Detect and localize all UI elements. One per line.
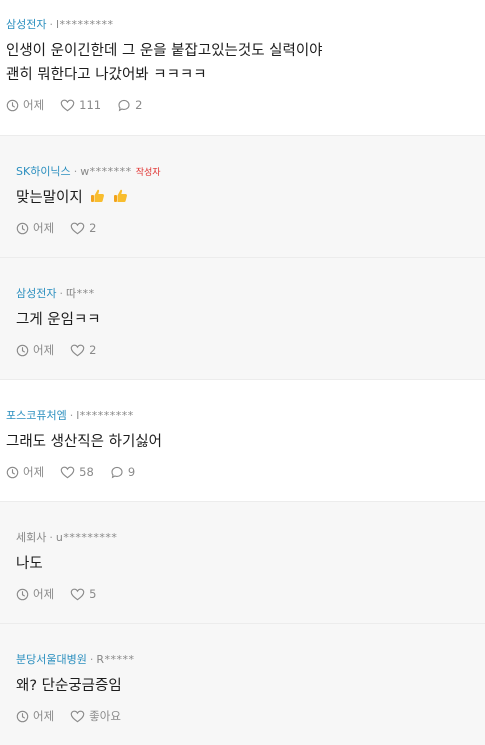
thumbs-up-emoji xyxy=(113,188,128,204)
reply-comment: 세회사 · u********* 나도 어제 5 xyxy=(0,502,485,624)
reply-button[interactable]: 2 xyxy=(117,98,142,112)
comment-actions: 어제 2 xyxy=(16,220,485,236)
company-name[interactable]: 삼성전자 xyxy=(16,285,56,301)
reply-button[interactable]: 9 xyxy=(110,465,135,479)
clock-icon xyxy=(16,588,29,600)
time-text: 어제 xyxy=(33,221,55,235)
time-text: 어제 xyxy=(33,343,55,357)
comment-actions: 어제 111 2 xyxy=(6,97,485,113)
thumbs-up-emoji xyxy=(90,188,105,204)
company-name[interactable]: 분당서울대병원 xyxy=(16,651,87,667)
comment-actions: 어제 58 9 xyxy=(6,464,485,480)
company-name[interactable]: 삼성전자 xyxy=(6,16,46,32)
comment-meta: 삼성전자 · l********* xyxy=(6,16,485,32)
comment-body: 나도 xyxy=(16,552,485,576)
comment-meta: SK하이닉스 · w******* 작성자 xyxy=(16,163,485,179)
user-name[interactable]: 따*** xyxy=(66,285,95,301)
comment-meta: 포스코퓨처엠 · l********* xyxy=(6,407,485,423)
comment-meta: 삼성전자 · 따*** xyxy=(16,285,485,301)
separator: · xyxy=(49,17,53,31)
company-name[interactable]: SK하이닉스 xyxy=(16,163,71,179)
like-count: 111 xyxy=(79,98,102,112)
timestamp: 어제 xyxy=(16,342,54,358)
like-count: 5 xyxy=(89,587,97,601)
heart-icon xyxy=(60,99,75,111)
reply-comment: 분당서울대병원 · R***** 왜? 단순궁금증임 어제 좋아요 xyxy=(0,624,485,745)
heart-icon xyxy=(70,588,85,600)
comment-actions: 어제 2 xyxy=(16,342,485,358)
comment-body: 왜? 단순궁금증임 xyxy=(16,674,485,698)
separator: · xyxy=(89,652,94,666)
speech-bubble-icon xyxy=(111,466,123,478)
heart-icon xyxy=(60,466,75,478)
timestamp: 어제 xyxy=(16,586,54,602)
like-count: 2 xyxy=(89,343,97,357)
like-button[interactable]: 111 xyxy=(60,98,101,112)
heart-icon xyxy=(70,222,85,234)
timestamp: 어제 xyxy=(6,464,44,480)
speech-bubble-icon xyxy=(118,99,130,111)
comment-actions: 어제 좋아요 xyxy=(16,708,485,724)
comment-text: 맞는말이지 xyxy=(16,190,83,206)
like-button[interactable]: 좋아요 xyxy=(70,708,121,724)
comment-meta: 분당서울대병원 · R***** xyxy=(16,651,485,667)
clock-icon xyxy=(6,99,19,111)
like-label: 좋아요 xyxy=(89,709,121,723)
clock-icon xyxy=(16,222,29,234)
like-button[interactable]: 2 xyxy=(70,343,97,357)
like-button[interactable]: 5 xyxy=(70,587,97,601)
user-name[interactable]: u********* xyxy=(56,531,117,544)
heart-icon xyxy=(70,710,85,722)
comment-body: 그게 운임ㅋㅋ xyxy=(16,308,485,332)
reply-comment: SK하이닉스 · w******* 작성자 맞는말이지 어제 2 xyxy=(0,136,485,258)
like-button[interactable]: 58 xyxy=(60,465,94,479)
like-count: 58 xyxy=(79,465,94,479)
separator: · xyxy=(49,530,53,544)
comment-body: 인생이 운이긴한데 그 운을 붙잡고있는것도 실력이야 괜히 뭐한다고 나갔어봐… xyxy=(6,39,485,87)
comment-text: 왜? 단순궁금증임 xyxy=(16,678,122,694)
timestamp: 어제 xyxy=(6,97,44,113)
time-text: 어제 xyxy=(23,465,45,479)
user-name[interactable]: R***** xyxy=(96,653,134,666)
reply-comment: 삼성전자 · 따*** 그게 운임ㅋㅋ 어제 2 xyxy=(0,258,485,380)
timestamp: 어제 xyxy=(16,220,54,236)
company-name[interactable]: 포스코퓨처엠 xyxy=(6,407,67,423)
user-name[interactable]: w******* xyxy=(80,165,132,178)
comment-body: 그래도 생산직은 하기싫어 xyxy=(6,430,485,454)
company-name[interactable]: 세회사 xyxy=(16,529,46,545)
comment-body: 맞는말이지 xyxy=(16,186,485,210)
user-name[interactable]: l********* xyxy=(76,409,134,422)
reply-count: 2 xyxy=(135,98,143,112)
time-text: 어제 xyxy=(33,587,55,601)
comment: 삼성전자 · l********* 인생이 운이긴한데 그 운을 붙잡고있는것도… xyxy=(0,0,485,136)
like-count: 2 xyxy=(89,221,97,235)
time-text: 어제 xyxy=(23,98,45,112)
comment-actions: 어제 5 xyxy=(16,586,485,602)
comment-text: 그래도 생산직은 하기싫어 xyxy=(6,434,162,450)
separator: · xyxy=(73,164,78,178)
comment: 포스코퓨처엠 · l********* 그래도 생산직은 하기싫어 어제 58 … xyxy=(0,380,485,502)
comment-text: 그게 운임ㅋㅋ xyxy=(16,312,101,328)
separator: · xyxy=(69,408,74,422)
comment-text: 인생이 운이긴한데 그 운을 붙잡고있는것도 실력이야 xyxy=(6,43,323,59)
reply-count: 9 xyxy=(127,465,136,479)
comment-text: 나도 xyxy=(16,556,43,572)
separator: · xyxy=(59,286,63,300)
time-text: 어제 xyxy=(33,709,55,723)
clock-icon xyxy=(16,344,29,356)
comment-meta: 세회사 · u********* xyxy=(16,529,485,545)
author-badge: 작성자 xyxy=(135,167,161,178)
clock-icon xyxy=(16,710,29,722)
like-button[interactable]: 2 xyxy=(70,221,97,235)
timestamp: 어제 xyxy=(16,708,54,724)
heart-icon xyxy=(70,344,85,356)
clock-icon xyxy=(6,466,19,478)
user-name[interactable]: l********* xyxy=(56,18,114,31)
comment-text: 괜히 뭐한다고 나갔어봐 ㅋㅋㅋㅋ xyxy=(6,67,207,83)
